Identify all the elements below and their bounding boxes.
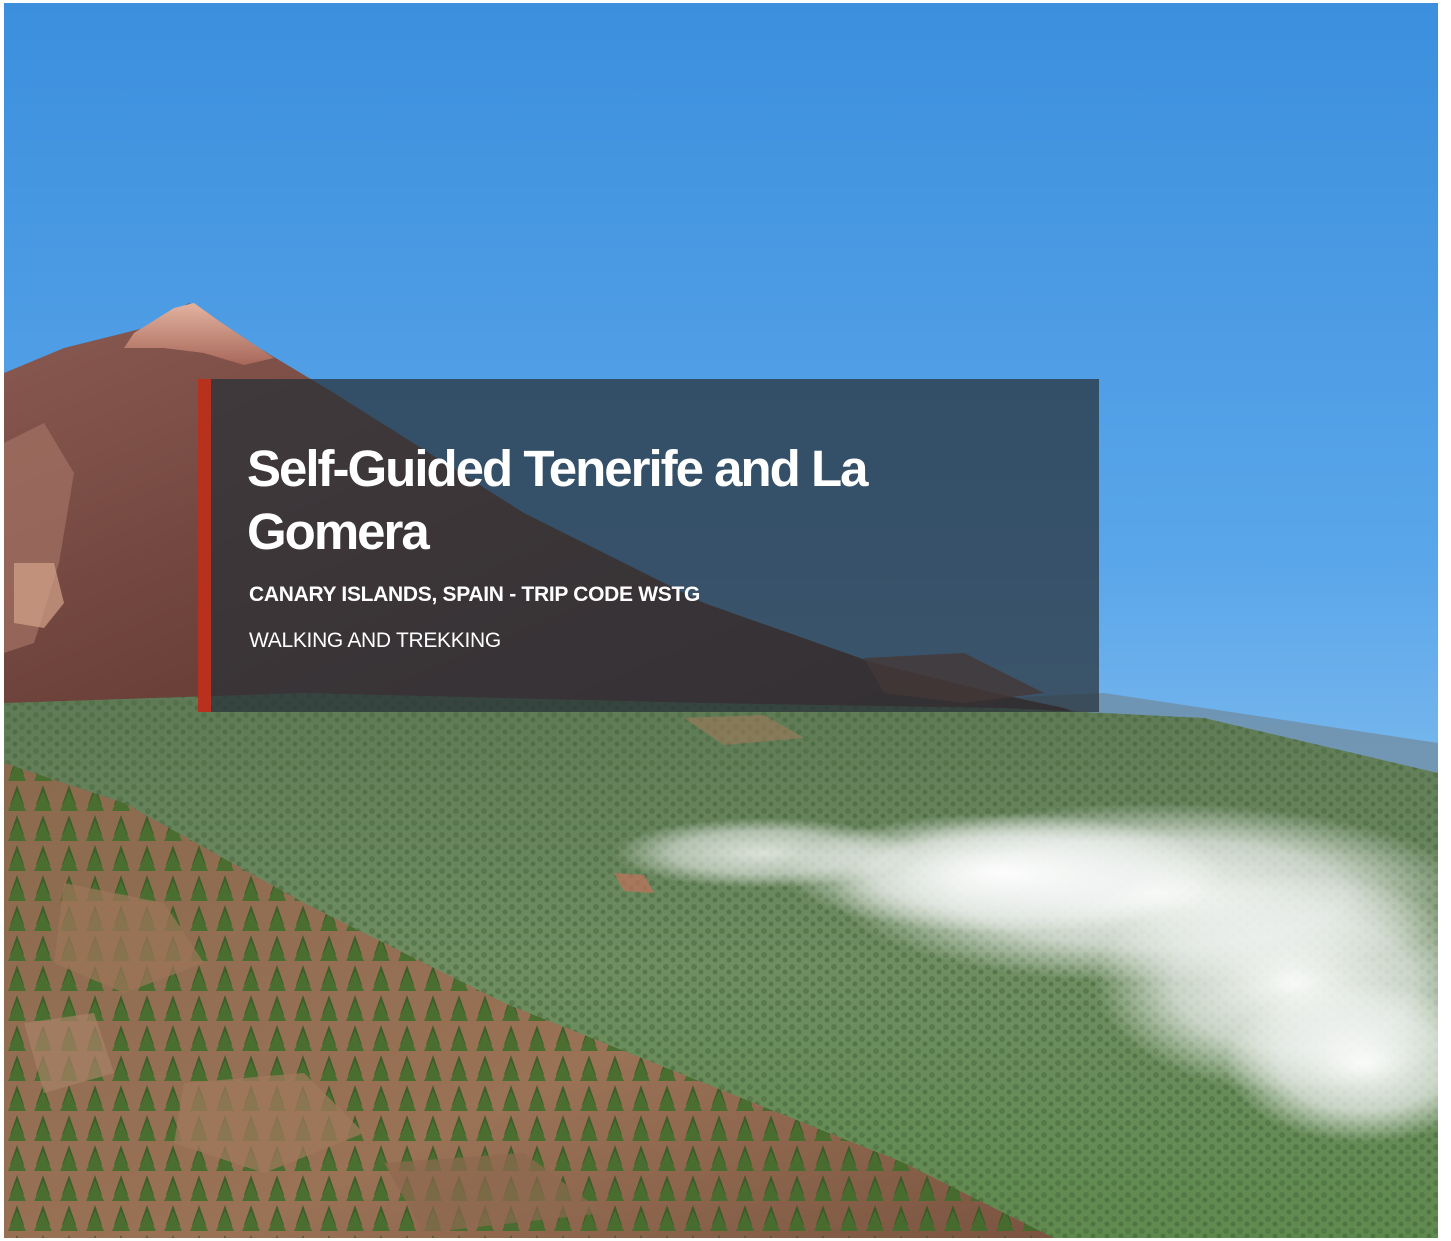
accent-bar	[198, 379, 211, 712]
trip-location: CANARY ISLANDS, SPAIN - TRIP CODE WSTG	[249, 583, 701, 606]
trip-activity: WALKING AND TREKKING	[249, 629, 501, 652]
trip-title-card: Self-Guided Tenerife and La Gomera CANAR…	[198, 379, 1099, 712]
page: Self-Guided Tenerife and La Gomera CANAR…	[0, 0, 1451, 1241]
trip-title: Self-Guided Tenerife and La Gomera	[247, 440, 868, 560]
